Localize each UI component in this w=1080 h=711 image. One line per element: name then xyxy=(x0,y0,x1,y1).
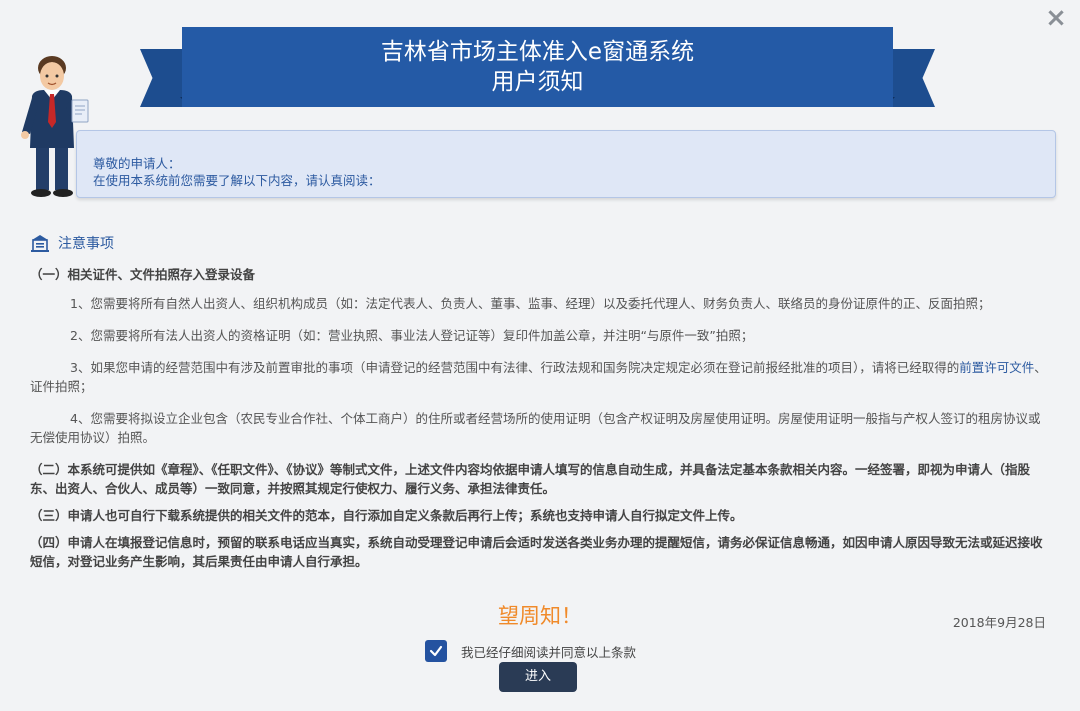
agree-label[interactable]: 我已经仔细阅读并同意以上条款 xyxy=(461,642,636,661)
enter-button[interactable]: 进入 xyxy=(499,662,577,692)
notice-date: 2018年9月28日 xyxy=(952,615,1046,630)
title-banner: 吉林省市场主体准入e窗通系统 用户须知 xyxy=(140,27,935,115)
intro-greeting: 尊敬的申请人： xyxy=(93,156,181,171)
banner-main: 吉林省市场主体准入e窗通系统 用户须知 xyxy=(182,27,893,107)
section-1-title: （一）相关证件、文件拍照存入登录设备 xyxy=(30,267,256,282)
page-title: 吉林省市场主体准入e窗通系统 xyxy=(380,39,695,65)
prior-permit-link[interactable]: 前置许可文件 xyxy=(959,360,1034,375)
notice-item-2: 2、您需要将所有法人出资人的资格证明（如：营业执照、事业法人登记证等）复印件加盖… xyxy=(70,328,754,343)
building-icon xyxy=(31,235,49,252)
close-icon[interactable]: × xyxy=(1042,4,1070,32)
checkmark-icon xyxy=(429,645,443,657)
notice-item-4: 4、您需要将拟设立企业包含（农民专业合作社、个体工商户）的住所或者经营场所的使用… xyxy=(30,411,1041,445)
intro-instruction: 在使用本系统前您需要了解以下内容，请认真阅读： xyxy=(93,173,381,188)
notice-item-3: 3、如果您申请的经营范围中有涉及前置审批的事项（申请登记的经营范围中有法律、行政… xyxy=(30,358,1050,396)
notice-heading-text: 注意事项 xyxy=(58,236,114,252)
section-4: （四）申请人在填报登记信息时，预留的联系电话应当真实，系统自动受理登记申请后会适… xyxy=(30,535,1043,569)
notice-content: （一）相关证件、文件拍照存入登录设备 1、您需要将所有自然人出资人、组织机构成员… xyxy=(30,265,1050,579)
section-2: （二）本系统可提供如《章程》、《任职文件》、《协议》等制式文件，上述文件内容均依… xyxy=(30,462,1031,496)
page-subtitle: 用户须知 xyxy=(491,69,584,95)
closing-text: 望周知！ xyxy=(498,604,582,628)
notice-heading: 注意事项 xyxy=(30,233,114,253)
intro-box: 尊敬的申请人： 在使用本系统前您需要了解以下内容，请认真阅读： xyxy=(76,130,1056,198)
notice-item-3-text: 3、如果您申请的经营范围中有涉及前置审批的事项（申请登记的经营范围中有法律、行政… xyxy=(70,360,960,375)
notice-item-1: 1、您需要将所有自然人出资人、组织机构成员（如：法定代表人、负责人、董事、监事、… xyxy=(70,296,991,311)
agreement-row[interactable]: 我已经仔细阅读并同意以上条款 xyxy=(425,640,636,662)
agree-checkbox[interactable] xyxy=(425,640,447,662)
section-3: （三）申请人也可自行下载系统提供的相关文件的范本，自行添加自定义条款后再行上传；… xyxy=(30,508,743,523)
